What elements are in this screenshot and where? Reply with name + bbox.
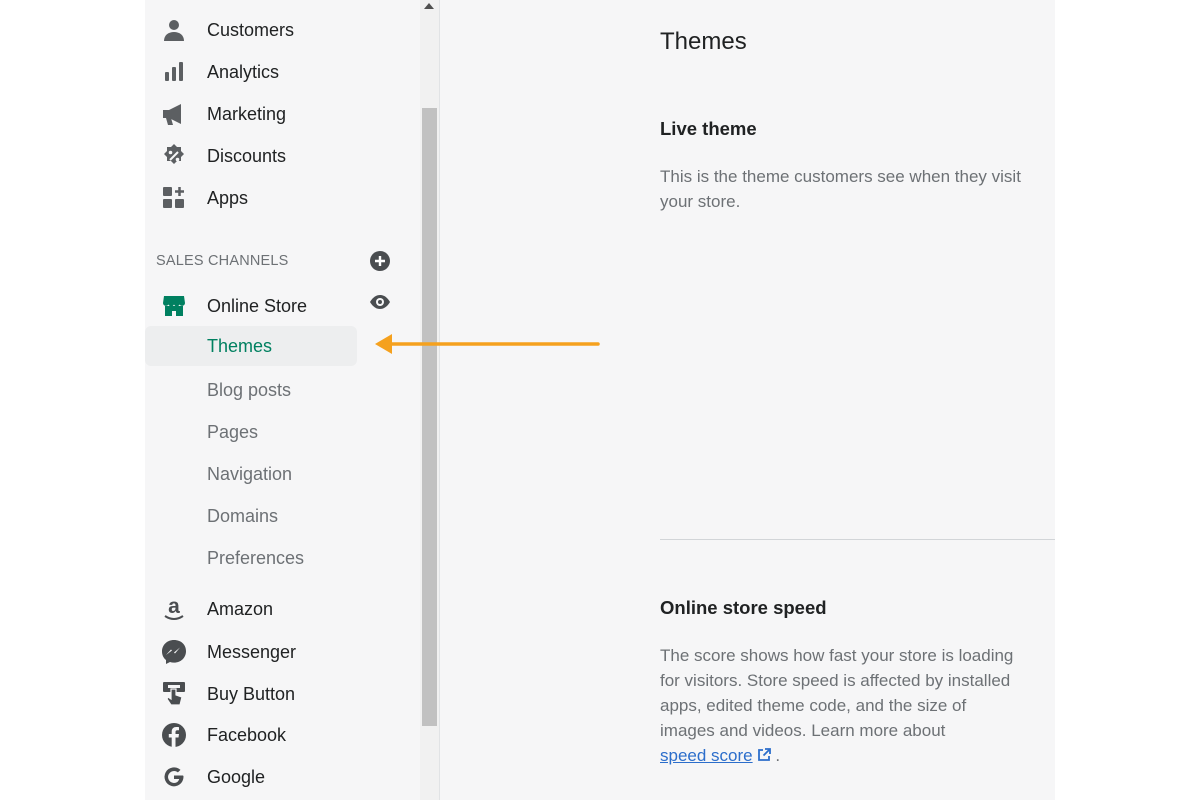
annotation-arrow xyxy=(375,334,600,354)
